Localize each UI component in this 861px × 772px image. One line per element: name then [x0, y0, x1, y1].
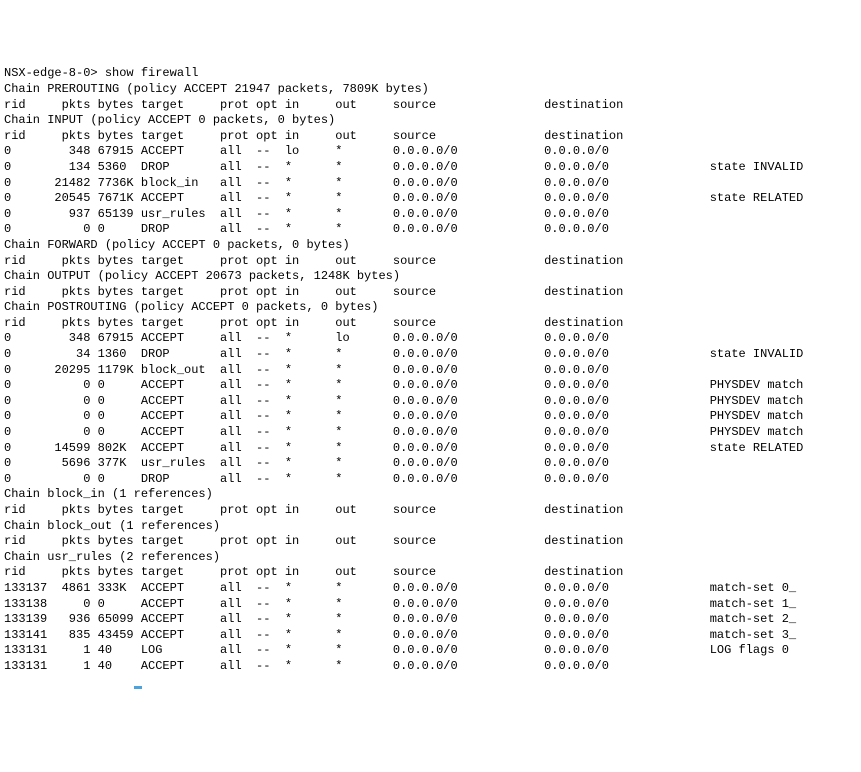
terminal-line: 0 20545 7671K ACCEPT all -- * * 0.0.0.0/… [4, 191, 857, 207]
terminal-line: Chain block_in (1 references) [4, 487, 857, 503]
terminal-line: Chain INPUT (policy ACCEPT 0 packets, 0 … [4, 113, 857, 129]
terminal-line: 133137 4861 333K ACCEPT all -- * * 0.0.0… [4, 581, 857, 597]
terminal-line: rid pkts bytes target prot opt in out so… [4, 503, 857, 519]
terminal-line: rid pkts bytes target prot opt in out so… [4, 316, 857, 332]
terminal-line: 133131 1 40 ACCEPT all -- * * 0.0.0.0/0 … [4, 659, 857, 675]
terminal-line: rid pkts bytes target prot opt in out so… [4, 565, 857, 581]
terminal-line: Chain FORWARD (policy ACCEPT 0 packets, … [4, 238, 857, 254]
terminal-line: 0 0 0 DROP all -- * * 0.0.0.0/0 0.0.0.0/… [4, 222, 857, 238]
terminal-line: 0 937 65139 usr_rules all -- * * 0.0.0.0… [4, 207, 857, 223]
terminal-line: rid pkts bytes target prot opt in out so… [4, 285, 857, 301]
terminal-line: 0 134 5360 DROP all -- * * 0.0.0.0/0 0.0… [4, 160, 857, 176]
terminal-line: NSX-edge-8-0> show firewall [4, 66, 857, 82]
terminal-line: Chain PREROUTING (policy ACCEPT 21947 pa… [4, 82, 857, 98]
terminal-line: rid pkts bytes target prot opt in out so… [4, 129, 857, 145]
terminal-line: 0 348 67915 ACCEPT all -- lo * 0.0.0.0/0… [4, 144, 857, 160]
terminal-line: 0 34 1360 DROP all -- * * 0.0.0.0/0 0.0.… [4, 347, 857, 363]
terminal-line: 133139 936 65099 ACCEPT all -- * * 0.0.0… [4, 612, 857, 628]
terminal-line: Chain OUTPUT (policy ACCEPT 20673 packet… [4, 269, 857, 285]
cursor-line[interactable] [4, 675, 857, 691]
terminal-line: rid pkts bytes target prot opt in out so… [4, 254, 857, 270]
terminal-line: 0 0 0 ACCEPT all -- * * 0.0.0.0/0 0.0.0.… [4, 425, 857, 441]
terminal-line: Chain POSTROUTING (policy ACCEPT 0 packe… [4, 300, 857, 316]
terminal-line: 133141 835 43459 ACCEPT all -- * * 0.0.0… [4, 628, 857, 644]
terminal-line: 133138 0 0 ACCEPT all -- * * 0.0.0.0/0 0… [4, 597, 857, 613]
terminal-output: NSX-edge-8-0> show firewallChain PREROUT… [4, 66, 857, 690]
terminal-line: Chain block_out (1 references) [4, 519, 857, 535]
terminal-line: rid pkts bytes target prot opt in out so… [4, 98, 857, 114]
terminal-line: 0 348 67915 ACCEPT all -- * lo 0.0.0.0/0… [4, 331, 857, 347]
terminal-line: 0 0 0 ACCEPT all -- * * 0.0.0.0/0 0.0.0.… [4, 394, 857, 410]
terminal-line: 0 14599 802K ACCEPT all -- * * 0.0.0.0/0… [4, 441, 857, 457]
terminal-line: Chain usr_rules (2 references) [4, 550, 857, 566]
terminal-line: 0 0 0 ACCEPT all -- * * 0.0.0.0/0 0.0.0.… [4, 409, 857, 425]
terminal-line: 0 0 0 DROP all -- * * 0.0.0.0/0 0.0.0.0/… [4, 472, 857, 488]
terminal-line: 0 5696 377K usr_rules all -- * * 0.0.0.0… [4, 456, 857, 472]
terminal-line: 0 0 0 ACCEPT all -- * * 0.0.0.0/0 0.0.0.… [4, 378, 857, 394]
terminal-line: rid pkts bytes target prot opt in out so… [4, 534, 857, 550]
text-cursor[interactable] [134, 686, 142, 689]
terminal-line: 133131 1 40 LOG all -- * * 0.0.0.0/0 0.0… [4, 643, 857, 659]
terminal-line: 0 20295 1179K block_out all -- * * 0.0.0… [4, 363, 857, 379]
terminal-line: 0 21482 7736K block_in all -- * * 0.0.0.… [4, 176, 857, 192]
